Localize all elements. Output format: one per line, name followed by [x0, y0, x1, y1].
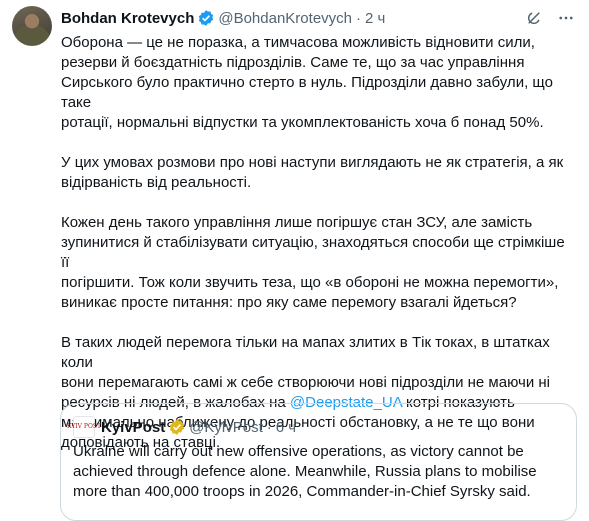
more-icon[interactable] [557, 9, 575, 27]
tweet-actions-top [525, 9, 575, 27]
separator-dot: · [356, 9, 361, 27]
quoted-tweet-card[interactable]: KYIV POST KyivPost @KyivPost · 6 ч Ukrai… [60, 403, 577, 521]
tweet-time[interactable]: 2 ч [365, 10, 385, 27]
tweet-header: Bohdan Krotevych @BohdanKrotevych · 2 ч [61, 6, 385, 30]
kyivpost-logo-icon: KYIV POST [67, 416, 101, 438]
tweet-text: Оборона — це не поразка, а тимчасова мож… [61, 33, 571, 453]
author-name[interactable]: Bohdan Krotevych [61, 10, 194, 27]
quoted-handle: @KyivPost [189, 418, 263, 436]
author-avatar[interactable] [12, 6, 52, 46]
tweet-paragraph-2: У цих умовах розмови про нові наступи ви… [61, 154, 564, 191]
grok-icon[interactable] [525, 9, 543, 27]
quoted-author-name: KyivPost [101, 418, 166, 436]
gold-verified-badge-icon [168, 418, 186, 436]
quoted-separator-dot: · [266, 418, 272, 436]
tweet-paragraph-3: Кожен день такого управління лише погірш… [61, 214, 565, 311]
tweet-paragraph-1: Оборона — це не поразка, а тимчасова мож… [61, 34, 553, 131]
quoted-tweet-header: KYIV POST KyivPost @KyivPost · 6 ч [67, 416, 297, 438]
quoted-tweet-text: Ukraine will carry out new offensive ope… [73, 443, 537, 500]
author-handle[interactable]: @BohdanKrotevych [218, 10, 352, 27]
quoted-time: 6 ч [275, 418, 297, 436]
verified-badge-icon [197, 9, 215, 27]
